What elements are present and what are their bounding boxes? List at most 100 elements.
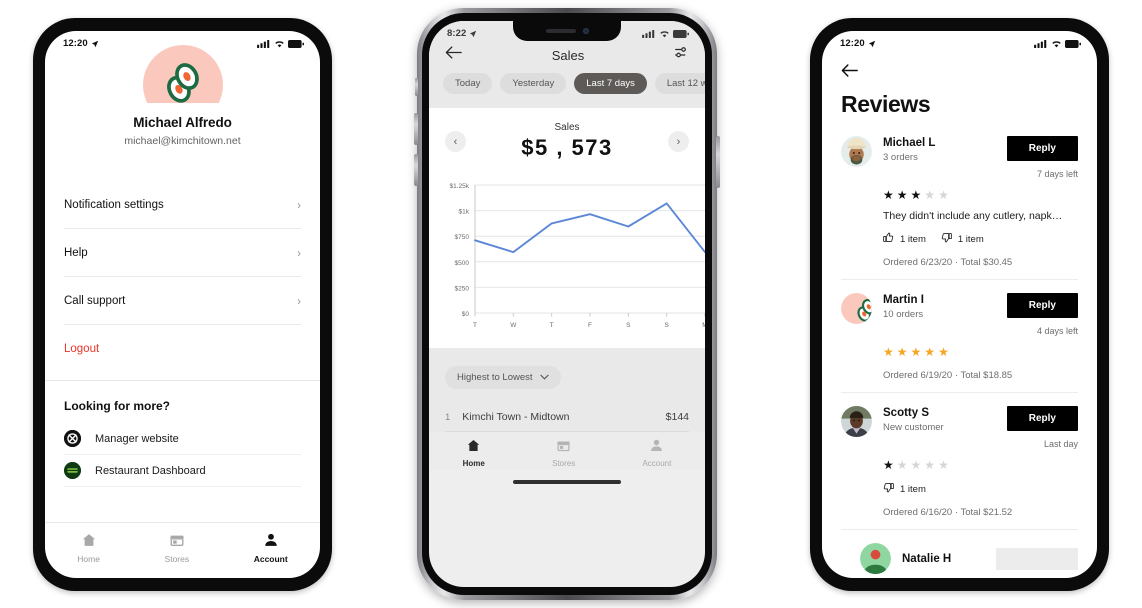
days-left-label: 7 days left	[1036, 169, 1078, 179]
chevron-right-icon: ›	[297, 293, 301, 308]
front-camera-icon	[582, 28, 589, 34]
menu-label: Help	[64, 246, 88, 259]
review-votes: 1 item	[883, 482, 1078, 496]
settings-menu: Notification settings › Help › Call supp…	[45, 181, 320, 373]
volume-up-button[interactable]	[414, 113, 418, 145]
chart-canvas: $0 $250 $500 $750 $1k $1.25k T W T F S S M	[449, 183, 705, 329]
wifi-icon	[1051, 40, 1062, 48]
star-icon: ★	[896, 345, 909, 359]
more-item-restaurant-dashboard[interactable]: Restaurant Dashboard	[64, 455, 301, 487]
svg-text:M: M	[702, 322, 705, 329]
menu-label: Call support	[64, 294, 126, 307]
avatar	[860, 543, 891, 574]
svg-text:$1.25k: $1.25k	[449, 183, 469, 190]
menu-item-help[interactable]: Help ›	[64, 229, 301, 277]
thumbs-down-icon	[883, 482, 894, 496]
home-indicator[interactable]	[513, 480, 621, 484]
chip-yesterday[interactable]: Yesterday	[500, 73, 567, 94]
reviews-list: Michael L 3 orders Reply 7 days left ★ ★ ★…	[822, 136, 1097, 574]
back-button[interactable]	[445, 45, 462, 65]
speaker-grille-icon	[545, 29, 576, 33]
reply-button[interactable]: Reply	[1006, 136, 1078, 161]
more-item-manager-website[interactable]: Manager website	[64, 423, 301, 455]
phone-reviews: 12:20 Reviews Michael L 3 orders Reply 7…	[810, 18, 1109, 591]
chevron-right-icon: ›	[297, 245, 301, 260]
previous-period-button[interactable]: ‹	[445, 131, 466, 152]
menu-label: Notification settings	[64, 198, 164, 211]
reviewer-name: Martin I	[883, 294, 924, 306]
reviewer-orders: New customer	[883, 422, 944, 433]
tab-label: Home	[462, 459, 485, 468]
star-icon: ★	[910, 345, 923, 359]
thumbs-down-vote: 1 item	[883, 482, 926, 496]
star-icon: ★	[883, 458, 895, 472]
logout-button[interactable]: Logout	[64, 325, 301, 373]
vote-label: 1 item	[900, 233, 926, 245]
status-bar: 12:20	[822, 31, 1097, 51]
uber-eats-dark-icon	[64, 430, 81, 447]
chip-today[interactable]: Today	[443, 73, 493, 94]
star-icon: ★	[938, 188, 950, 202]
location-arrow-icon	[868, 40, 876, 48]
restaurant-dashboard-green-icon	[64, 462, 81, 479]
sales-value: $5 , 573	[521, 135, 613, 160]
reviewer-name: Natalie H	[902, 552, 952, 565]
mockup-stage: 12:20 Michael Alfredo michael@kimchitown…	[0, 0, 1142, 608]
tab-home[interactable]: Home	[77, 532, 100, 564]
next-period-button[interactable]: ›	[668, 131, 689, 152]
avatar	[841, 406, 872, 437]
svg-text:S: S	[664, 322, 669, 329]
svg-text:T: T	[550, 322, 554, 329]
tab-home[interactable]: Home	[463, 438, 485, 468]
more-links-list: Manager website Restaurant Dashboard	[45, 423, 320, 487]
tab-stores[interactable]: Stores	[165, 532, 189, 564]
star-icon: ★	[924, 458, 937, 472]
tab-account[interactable]: Account	[642, 438, 671, 468]
status-time: 8:22	[447, 28, 467, 39]
sales-summary-section: ‹ Sales $5 , 573 › $0 $250 $500 $750 $1k $1.2…	[429, 108, 705, 348]
tab-label: Home	[77, 554, 100, 564]
rating-stars: ★ ★ ★ ★ ★	[883, 345, 1078, 359]
store-rank: 1	[445, 411, 451, 423]
chip-last-7-days[interactable]: Last 7 days	[574, 73, 647, 94]
review-card: Scotty S New customer Reply Last day ★ ★ ★…	[841, 406, 1078, 530]
sliders-filter-icon[interactable]	[674, 45, 689, 65]
store-icon	[169, 532, 185, 550]
review-text: They didn't include any cutlery, napk…	[883, 210, 1063, 222]
date-filter-chips: Today Yesterday Last 7 days Last 12 wee	[429, 73, 705, 104]
avatar	[841, 136, 872, 167]
volume-down-button[interactable]	[414, 154, 418, 186]
menu-item-call-support[interactable]: Call support ›	[64, 277, 301, 325]
back-button[interactable]	[822, 51, 1097, 83]
person-icon	[263, 532, 279, 550]
reply-button[interactable]	[996, 547, 1078, 570]
avatar	[841, 293, 872, 324]
sort-label: Highest to Lowest	[457, 372, 533, 383]
tab-stores[interactable]: Stores	[552, 438, 575, 468]
chip-last-12-weeks[interactable]: Last 12 wee	[654, 73, 705, 94]
menu-item-notification-settings[interactable]: Notification settings ›	[64, 181, 301, 229]
reply-button[interactable]: Reply	[1006, 293, 1078, 318]
thumbs-up-icon	[883, 232, 894, 246]
star-icon: ★	[883, 345, 895, 359]
svg-text:W: W	[510, 322, 517, 329]
reply-button[interactable]: Reply	[1006, 406, 1078, 431]
power-button[interactable]	[716, 136, 720, 188]
store-row[interactable]: 1 Kimchi Town - Midtown $144	[445, 411, 689, 432]
review-card: Michael L 3 orders Reply 7 days left ★ ★ ★…	[841, 136, 1078, 280]
svg-text:$250: $250	[455, 285, 470, 292]
svg-text:$500: $500	[455, 260, 470, 267]
phone-sales: 8:22 Sales Today Yesterday Last 7 days L…	[414, 8, 720, 600]
store-icon	[556, 438, 571, 455]
svg-text:F: F	[588, 322, 592, 329]
battery-full-icon	[1065, 39, 1081, 48]
star-icon: ★	[896, 458, 909, 472]
sales-screen: 8:22 Sales Today Yesterday Last 7 days L…	[429, 21, 705, 587]
star-icon: ★	[910, 188, 923, 202]
tab-account[interactable]: Account	[254, 532, 288, 564]
sort-dropdown[interactable]: Highest to Lowest	[445, 366, 561, 389]
star-icon: ★	[896, 188, 909, 202]
account-screen: 12:20 Michael Alfredo michael@kimchitown…	[45, 31, 320, 578]
phone-account: 12:20 Michael Alfredo michael@kimchitown…	[33, 18, 332, 591]
mute-switch[interactable]	[415, 78, 418, 96]
